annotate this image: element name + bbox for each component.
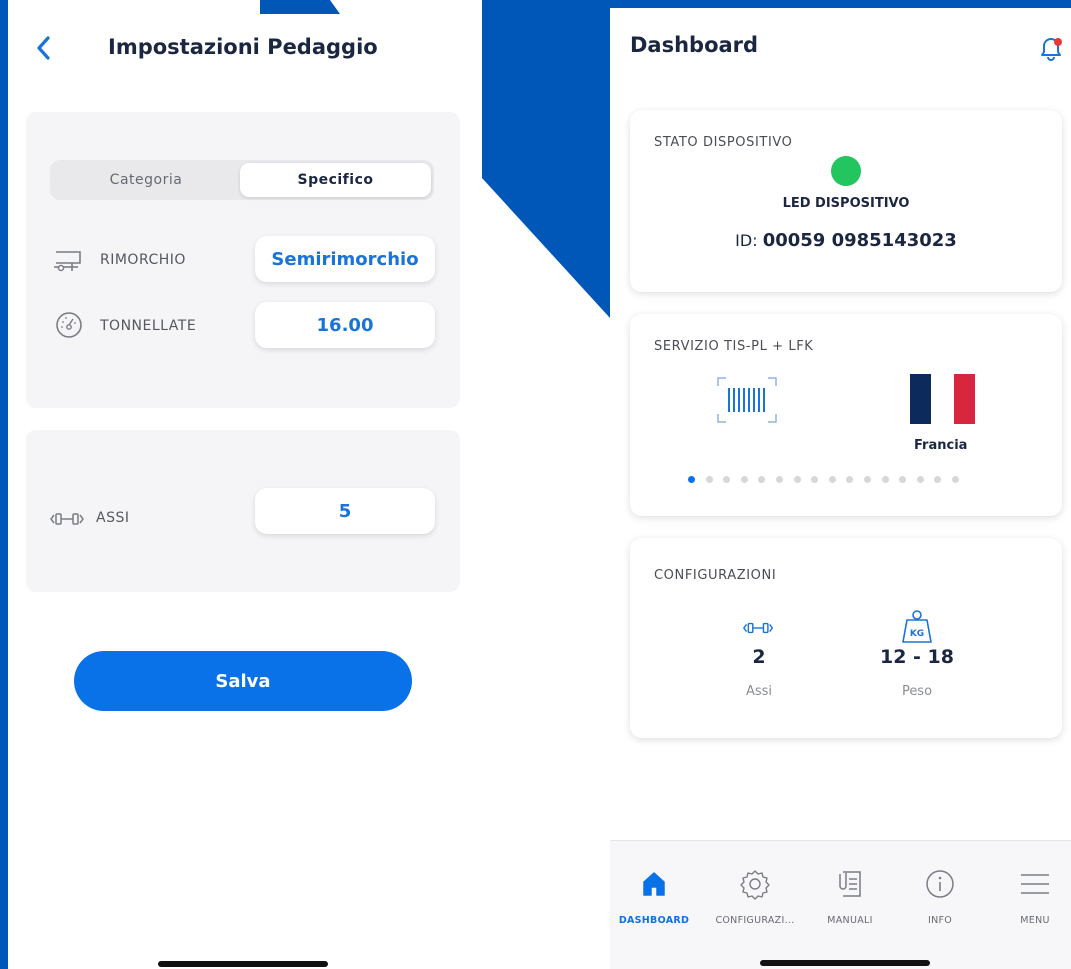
weight-label: Peso: [901, 684, 933, 699]
axle-icon: [743, 622, 774, 634]
page-dot[interactable]: [899, 476, 907, 483]
back-button[interactable]: [32, 34, 58, 62]
toll-settings-screen: Impostazioni Pedaggio Categoria Specific…: [8, 0, 482, 969]
page-dot[interactable]: [758, 476, 766, 483]
tonnellate-input[interactable]: 16.00: [255, 302, 435, 348]
vehicle-panel: Categoria Specifico RIMORCHIO Semirimorc…: [26, 112, 460, 408]
page-dot[interactable]: [934, 476, 942, 483]
gauge-icon: [56, 312, 82, 338]
page-dot[interactable]: [705, 476, 713, 483]
rimorchio-label: RIMORCHIO: [100, 252, 186, 268]
page-dot[interactable]: [793, 476, 801, 483]
tab-info[interactable]: INFO: [910, 841, 970, 941]
card-title: CONFIGURAZIONI: [654, 568, 777, 583]
axle-icon: [50, 513, 84, 525]
top-corner-shape: [260, 0, 340, 14]
weight-kg-icon: KG: [902, 610, 932, 643]
segment-categoria[interactable]: Categoria: [53, 163, 239, 197]
menu-icon: [1021, 874, 1049, 894]
device-id-prefix: ID:: [735, 231, 758, 250]
page-dot[interactable]: [916, 476, 924, 483]
bell-icon: [1041, 38, 1062, 61]
configurations-card[interactable]: CONFIGURAZIONI 2 Assi KG 12 - 18 Peso: [630, 538, 1062, 738]
gear-icon: [740, 870, 770, 900]
assi-input[interactable]: 5: [255, 488, 435, 534]
device-status-card: STATO DISPOSITIVO LED DISPOSITIVO ID: 00…: [630, 110, 1062, 292]
led-indicator: [831, 156, 861, 186]
home-icon: [643, 872, 665, 896]
barcode-icon: [717, 377, 777, 423]
home-indicator: [760, 960, 930, 966]
chevron-left-icon: [37, 36, 50, 60]
device-id: ID: 00059 0985143023: [630, 230, 1062, 251]
save-button[interactable]: Salva: [74, 651, 412, 711]
page-dot[interactable]: [864, 476, 871, 483]
axles-label: Assi: [745, 684, 773, 699]
page-title: Impostazioni Pedaggio: [108, 35, 378, 59]
page-title: Dashboard: [630, 33, 759, 57]
page-dot[interactable]: [723, 476, 731, 483]
led-label: LED DISPOSITIVO: [782, 196, 910, 211]
dashboard-screen: Dashboard STATO DISPOSITIVO LED DISPOSIT…: [610, 8, 1071, 969]
page-dot[interactable]: [952, 476, 959, 483]
card-title: SERVIZIO TIS-PL + LFK: [654, 339, 814, 354]
tab-configurazioni[interactable]: CONFIGURAZI...: [700, 841, 810, 941]
svg-text:KG: KG: [910, 629, 924, 639]
page-dot[interactable]: [776, 476, 783, 483]
page-dot[interactable]: [740, 476, 748, 483]
segment-specifico[interactable]: Specifico: [240, 163, 431, 197]
mode-segmented-control: Categoria Specifico: [50, 160, 434, 200]
france-flag-icon: [910, 374, 975, 424]
rimorchio-select[interactable]: Semirimorchio: [255, 236, 435, 282]
service-card[interactable]: SERVIZIO TIS-PL + LFK Francia: [630, 314, 1062, 516]
home-indicator: [158, 961, 328, 967]
info-icon: [926, 870, 954, 898]
country-label: Francia: [914, 438, 968, 453]
header: Impostazioni Pedaggio: [8, 26, 482, 72]
trailer-icon: [54, 251, 81, 272]
page-dot[interactable]: [828, 476, 836, 483]
tab-menu[interactable]: MENU: [1005, 841, 1065, 941]
tab-dashboard[interactable]: DASHBOARD: [612, 841, 696, 941]
weight-value: 12 - 18: [880, 646, 954, 668]
page-dot[interactable]: [846, 476, 854, 483]
tab-manuali[interactable]: MANUALI: [815, 841, 885, 941]
manual-icon: [839, 871, 861, 897]
page-dot[interactable]: [881, 476, 889, 483]
axles-value: 2: [752, 646, 766, 668]
tab-bar: DASHBOARD CONFIGURAZI... MANUALI INFO ME…: [610, 840, 1071, 969]
card-title: STATO DISPOSITIVO: [654, 135, 793, 150]
notifications-button[interactable]: [1038, 34, 1064, 62]
assi-label: ASSI: [96, 510, 130, 526]
device-id-value: 00059 0985143023: [762, 230, 957, 251]
page-dot[interactable]: [811, 476, 819, 483]
notification-dot: [1054, 38, 1062, 46]
tonnellate-label: TONNELLATE: [100, 318, 197, 334]
axles-panel: ASSI 5: [26, 430, 460, 592]
page-dot[interactable]: [688, 476, 695, 483]
